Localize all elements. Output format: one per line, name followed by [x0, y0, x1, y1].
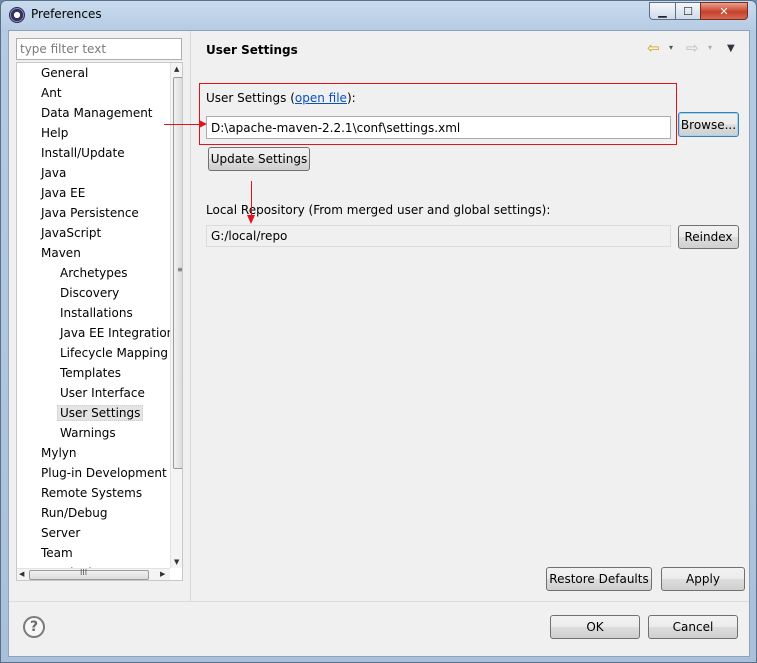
annotation-arrowhead-right	[199, 120, 207, 128]
local-repository-label: Local Repository (From merged user and g…	[206, 203, 551, 217]
tree-item[interactable]: JavaScript	[41, 224, 101, 242]
tree-item-label: User Settings	[57, 405, 144, 421]
tree-item-label: Run/Debug	[41, 506, 108, 520]
hgrip-icon: III	[80, 568, 88, 577]
cancel-button[interactable]: Cancel	[648, 615, 738, 639]
update-settings-button[interactable]: Update Settings	[208, 147, 310, 171]
annotation-arrowhead-down	[247, 215, 255, 224]
back-arrow-icon[interactable]: ⇦	[647, 41, 663, 56]
tree-item[interactable]: Server	[41, 524, 80, 542]
tree-item[interactable]: Install/Update	[41, 144, 125, 162]
tree-item[interactable]: Java	[41, 164, 66, 182]
tree-item[interactable]: Team	[41, 544, 73, 562]
tree-item-label: Installations	[60, 306, 133, 320]
settings-content: User Settings (open file): Browse... Upd…	[194, 71, 749, 596]
tree-item-label: User Interface	[60, 386, 145, 400]
scroll-left-icon[interactable]: ◀	[19, 570, 24, 578]
tree-item-label: Plug-in Development	[41, 466, 167, 480]
tree-scroll-thumb[interactable]: ≡	[173, 77, 182, 469]
tree-item-label: Java EE	[41, 186, 86, 200]
window-title: Preferences	[31, 7, 102, 21]
tree-item[interactable]: Plug-in Development	[41, 464, 167, 482]
tree-item[interactable]: Data Management	[41, 104, 153, 122]
filter-input[interactable]	[16, 38, 182, 60]
tree-item[interactable]: Java Persistence	[41, 204, 139, 222]
back-dropdown-icon[interactable]: ▾	[669, 43, 679, 53]
user-settings-label: User Settings (open file):	[206, 91, 356, 105]
restore-defaults-button[interactable]: Restore Defaults	[546, 567, 652, 591]
user-settings-label-suffix: ):	[346, 91, 356, 105]
user-settings-input[interactable]	[206, 116, 671, 139]
forward-arrow-icon[interactable]: ⇨	[686, 41, 702, 56]
tree-item-label: Team	[41, 546, 73, 560]
tree-item-label: Server	[41, 526, 81, 540]
tree-item[interactable]: User Interface	[60, 384, 145, 402]
browse-button[interactable]: Browse...	[678, 112, 739, 137]
maximize-button[interactable]: ☐	[675, 2, 701, 20]
tree-item[interactable]: Templates	[60, 364, 121, 382]
tree-item[interactable]: Java EE	[41, 184, 85, 202]
minimize-button[interactable]: ▁	[649, 2, 676, 20]
reindex-button[interactable]: Reindex	[678, 225, 739, 249]
preferences-window: Preferences ▁ ☐ ✕ General Ant Data Managem…	[0, 0, 757, 663]
tree-item[interactable]: Discovery	[60, 284, 119, 302]
tree-horizontal-scrollbar[interactable]: ◀ III ▶	[17, 568, 170, 580]
help-icon[interactable]: ?	[23, 616, 45, 638]
tree-item[interactable]: Archetypes	[60, 264, 128, 282]
tree-item-label: JavaScript	[41, 226, 102, 240]
tree-item[interactable]: User Settings	[57, 404, 144, 422]
scroll-right-icon[interactable]: ▶	[160, 570, 165, 578]
forward-dropdown-icon[interactable]: ▾	[708, 43, 718, 53]
tree-item-label: Help	[41, 126, 69, 140]
tree-item-label: Maven	[41, 246, 81, 260]
footer-separator	[9, 601, 749, 602]
tree-item-label: General	[41, 66, 89, 80]
eclipse-icon	[9, 7, 25, 23]
title-bar[interactable]: Preferences ▁ ☐ ✕	[1, 1, 756, 29]
dialog-body: General Ant Data Management Help Install/Upd…	[8, 30, 750, 657]
tree-item-label: Java	[41, 166, 67, 180]
tree-item-label: Lifecycle Mapping	[60, 346, 168, 360]
tree-item[interactable]: Remote Systems	[41, 484, 142, 502]
tree-item-label: Install/Update	[41, 146, 125, 160]
tree-item-label: Warnings	[60, 426, 116, 440]
tree-item[interactable]: Help	[41, 124, 68, 142]
grip-icon: ≡	[177, 266, 182, 274]
close-button[interactable]: ✕	[700, 2, 748, 20]
tree-item-label: Mylyn	[41, 446, 77, 460]
page-title: User Settings	[206, 43, 298, 57]
preference-tree: General Ant Data Management Help Install/Upd…	[16, 62, 183, 581]
apply-button[interactable]: Apply	[661, 567, 745, 591]
scroll-up-icon[interactable]: ▲	[174, 65, 179, 73]
ok-button[interactable]: OK	[550, 615, 640, 639]
tree-item-label: Java Persistence	[41, 206, 139, 220]
tree-item-label: Discovery	[60, 286, 120, 300]
scroll-down-icon[interactable]: ▼	[174, 558, 179, 566]
tree-item-label: Archetypes	[60, 266, 128, 280]
tree-item[interactable]: General	[41, 64, 88, 82]
pane-divider[interactable]	[190, 31, 191, 601]
tree-item-label: Java EE Integration	[60, 326, 175, 340]
view-menu-icon[interactable]: ▼	[727, 43, 735, 54]
tree-item-label: Ant	[41, 86, 62, 100]
open-file-link[interactable]: open file	[295, 91, 347, 105]
annotation-arrow-horizontal	[164, 124, 202, 125]
tree-hscroll-thumb[interactable]: III	[29, 568, 149, 580]
tree-item-label: Templates	[60, 366, 122, 380]
tree-item[interactable]: Ant	[41, 84, 62, 102]
user-settings-label-prefix: User Settings (	[206, 91, 295, 105]
tree-item[interactable]: Lifecycle Mapping	[60, 344, 168, 362]
tree-item[interactable]: Java EE Integration	[60, 324, 174, 342]
local-repository-field: G:/local/repo	[206, 225, 671, 247]
tree-vertical-scrollbar[interactable]: ▲ ≡ ▼	[170, 63, 182, 568]
tree-item-label: Data Management	[41, 106, 153, 120]
tree-item[interactable]: Run/Debug	[41, 504, 108, 522]
tree-item[interactable]: Warnings	[60, 424, 116, 442]
tree-item[interactable]: Mylyn	[41, 444, 77, 462]
tree-item-label: Remote Systems	[41, 486, 143, 500]
tree-item[interactable]: Maven	[41, 244, 81, 262]
tree-item[interactable]: Installations	[60, 304, 133, 322]
annotation-arrow-vertical	[251, 181, 252, 217]
